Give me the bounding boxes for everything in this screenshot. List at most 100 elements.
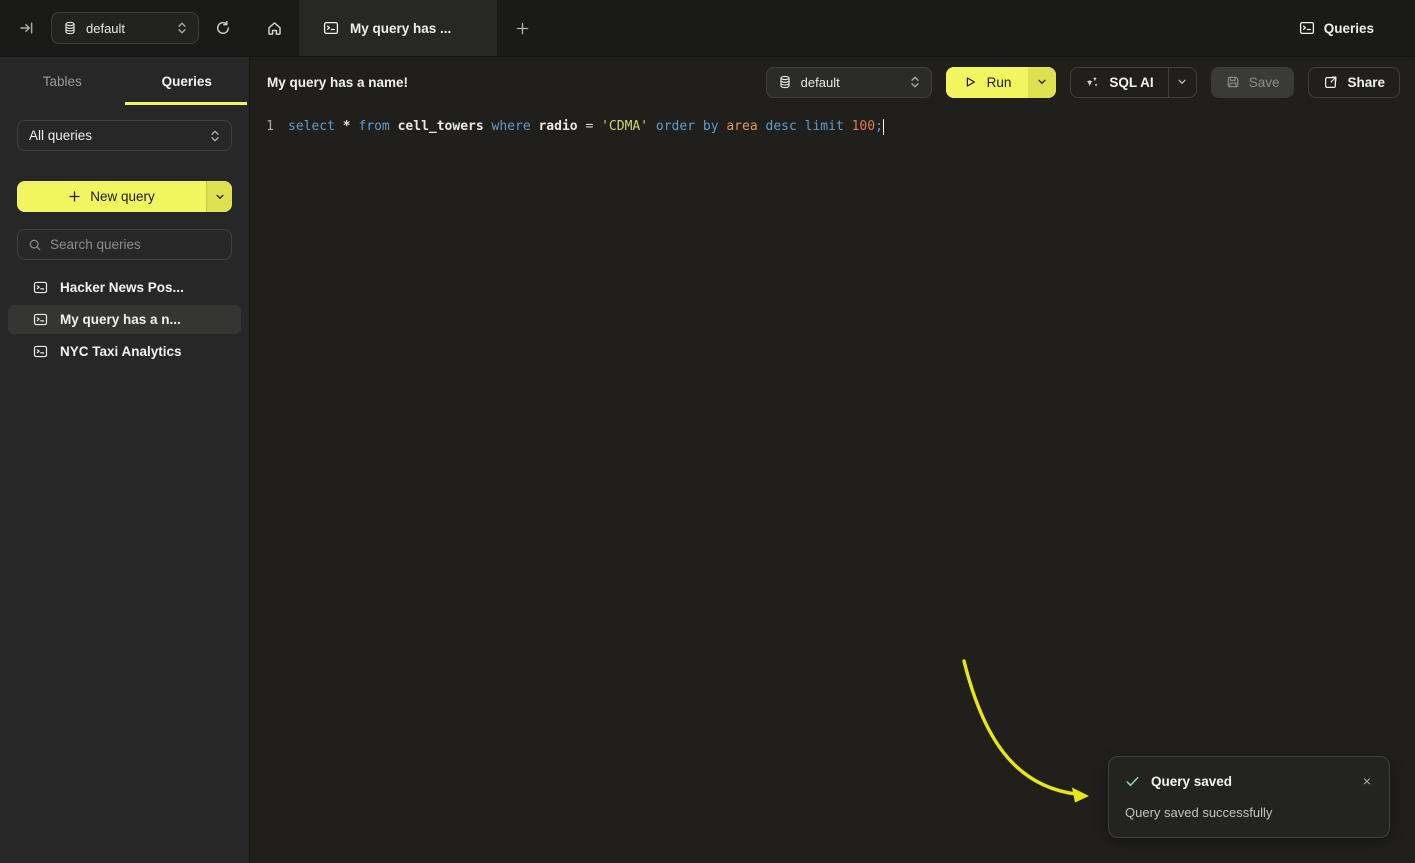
run-label: Run: [987, 75, 1012, 90]
sql-token-plain: =: [578, 119, 601, 134]
main-area: My query has a name! default: [250, 57, 1415, 863]
sql-token-keyword: where: [492, 119, 531, 134]
chevron-up-down-icon: [910, 75, 920, 89]
query-list-item-selected[interactable]: My query has a n...: [8, 305, 241, 334]
topbar-database-select[interactable]: default: [51, 12, 199, 44]
sql-token-keyword: by: [703, 119, 719, 134]
tab-queries-label: Queries: [162, 74, 212, 89]
tab-tables[interactable]: Tables: [0, 57, 125, 105]
sql-token-ident: *: [343, 119, 351, 134]
code-line: 1 select * from cell_towers where radio …: [250, 116, 1415, 137]
sql-token-plain: [844, 119, 852, 134]
new-query-label: New query: [90, 189, 155, 204]
search-queries-box: [17, 229, 232, 260]
collapse-sidebar-button[interactable]: [13, 14, 41, 42]
sidebar-tabs: Tables Queries: [0, 57, 249, 105]
all-queries-select[interactable]: All queries: [17, 120, 232, 151]
share-button[interactable]: Share: [1308, 67, 1400, 98]
topbar-left-toolbar: default: [0, 0, 250, 56]
sql-token-plain: [648, 119, 656, 134]
sql-token-plain: [335, 119, 343, 134]
line-number: 1: [250, 116, 274, 137]
sql-token-number: 100: [852, 119, 875, 134]
collapse-sidebar-icon: [19, 20, 35, 36]
save-label: Save: [1249, 75, 1280, 90]
tab-queries[interactable]: Queries: [125, 57, 250, 105]
home-button[interactable]: [250, 0, 299, 56]
sql-token-func: area: [726, 119, 757, 134]
terminal-icon: [323, 20, 339, 36]
share-label: Share: [1347, 75, 1385, 90]
sql-ai-label: SQL AI: [1109, 75, 1153, 90]
queries-label: Queries: [1324, 21, 1374, 36]
body-row: Tables Queries All queries: [0, 57, 1415, 863]
sql-token-plain: [484, 119, 492, 134]
search-queries-input[interactable]: [50, 237, 227, 252]
sql-code: select * from cell_towers where radio = …: [274, 116, 883, 137]
tab-tables-label: Tables: [43, 74, 82, 89]
chevron-up-down-icon: [177, 21, 187, 35]
plus-icon: [515, 21, 530, 36]
sql-ai-button[interactable]: SQL AI: [1070, 67, 1196, 98]
query-item-label: Hacker News Pos...: [60, 280, 184, 295]
sql-token-plain: [797, 119, 805, 134]
sql-editor[interactable]: 1 select * from cell_towers where radio …: [250, 107, 1415, 863]
sql-token-ident: cell_towers: [398, 119, 484, 134]
play-icon: [963, 75, 977, 89]
refresh-button[interactable]: [209, 14, 237, 42]
new-tab-button[interactable]: [497, 0, 547, 56]
sql-token-string: 'CDMA': [601, 119, 648, 134]
new-query-button[interactable]: New query: [17, 181, 232, 212]
sparkles-icon: [1085, 75, 1100, 90]
toast-message: Query saved successfully: [1125, 805, 1373, 820]
sql-token-keyword: limit: [805, 119, 844, 134]
header-database-select[interactable]: default: [766, 67, 932, 98]
save-icon: [1226, 75, 1240, 89]
terminal-icon: [33, 344, 48, 359]
terminal-icon: [33, 280, 48, 295]
sidebar: Tables Queries All queries: [0, 57, 250, 863]
sql-token-keyword: desc: [766, 119, 797, 134]
tab-my-query[interactable]: My query has ...: [299, 0, 497, 56]
new-query-main[interactable]: New query: [17, 181, 206, 212]
new-query-dropdown[interactable]: [206, 181, 232, 212]
queries-terminal-icon: [1299, 20, 1315, 36]
sql-token-plain: [390, 119, 398, 134]
sql-ai-main[interactable]: SQL AI: [1071, 68, 1167, 97]
all-queries-value: All queries: [29, 128, 210, 143]
sql-token-plain: [695, 119, 703, 134]
text-cursor: [883, 119, 885, 135]
query-list-item[interactable]: NYC Taxi Analytics: [8, 337, 241, 366]
sql-token-ident: radio: [538, 119, 577, 134]
query-item-label: My query has a n...: [60, 312, 181, 327]
sql-ai-dropdown[interactable]: [1168, 68, 1196, 97]
chevron-down-icon: [1177, 77, 1187, 87]
run-dropdown[interactable]: [1028, 67, 1056, 98]
query-header: My query has a name! default: [250, 57, 1415, 107]
topbar-database-value: default: [86, 21, 168, 36]
query-list-item[interactable]: Hacker News Pos...: [8, 273, 241, 302]
run-button-main[interactable]: Run: [946, 67, 1029, 98]
plus-icon: [68, 190, 81, 203]
toast-close-button[interactable]: ×: [1361, 772, 1373, 790]
toast-query-saved: Query saved × Query saved successfully: [1108, 756, 1390, 838]
run-button[interactable]: Run: [946, 67, 1057, 98]
database-icon: [778, 75, 792, 89]
header-database-value: default: [801, 75, 901, 90]
toast-header: Query saved ×: [1125, 772, 1373, 790]
sql-token-keyword: order: [656, 119, 695, 134]
sql-token-keyword: select: [288, 119, 335, 134]
terminal-icon: [33, 312, 48, 327]
topbar-queries-indicator[interactable]: Queries: [1258, 0, 1415, 56]
chevron-down-icon: [1037, 77, 1047, 87]
chevron-down-icon: [215, 192, 225, 202]
sidebar-content: All queries New query: [0, 105, 249, 260]
query-title[interactable]: My query has a name!: [267, 75, 408, 90]
sql-token-semi: ;: [875, 119, 883, 134]
share-icon: [1323, 75, 1338, 90]
sql-token-plain: [758, 119, 766, 134]
save-button[interactable]: Save: [1211, 67, 1295, 98]
search-icon: [28, 238, 42, 252]
check-icon: [1125, 774, 1140, 789]
refresh-icon: [215, 20, 231, 36]
